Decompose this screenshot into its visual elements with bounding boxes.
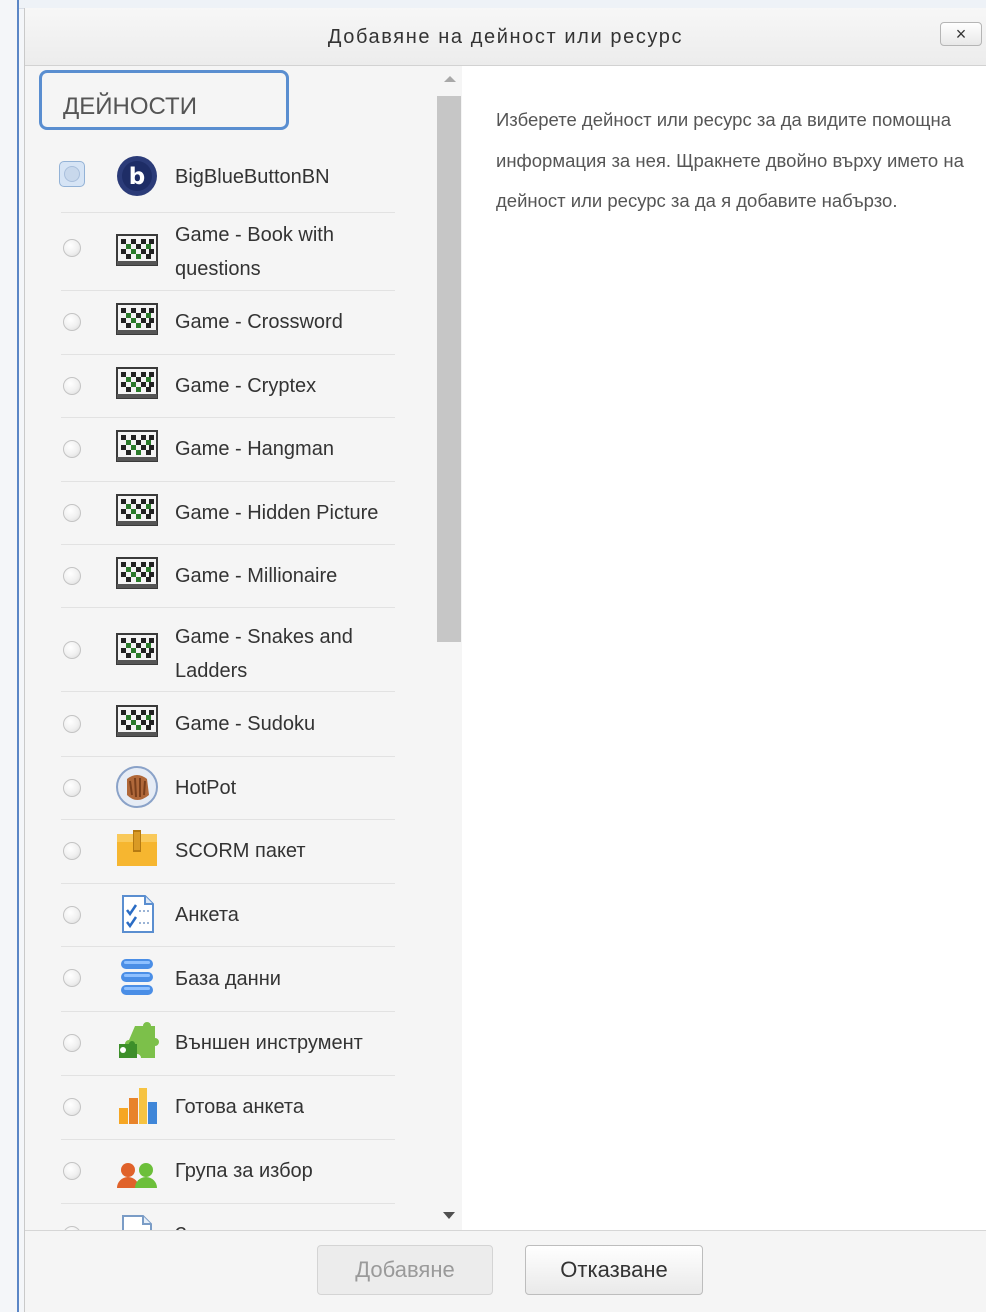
activity-label: Game - Snakes and Ladders — [175, 626, 353, 682]
activity-radio[interactable] — [63, 715, 81, 733]
activity-label: Game - Sudoku — [175, 713, 316, 735]
scroll-down-arrow-icon[interactable] — [443, 1212, 455, 1219]
activity-option-assignment[interactable]: Задание — [61, 1203, 395, 1230]
activity-label: Анкета — [175, 904, 239, 926]
activity-label: Група за избор — [175, 1160, 313, 1182]
game-icon — [116, 234, 158, 266]
svg-text:b: b — [129, 164, 145, 190]
activity-option-game-crossword[interactable]: Game - Crossword — [61, 290, 395, 355]
activity-option-database[interactable]: База данни — [61, 946, 395, 1012]
cancel-button[interactable]: Отказване — [525, 1245, 703, 1295]
activity-option-bigbluebuttonbn[interactable]: b BigBlueButtonBN — [59, 142, 395, 213]
scroll-thumb[interactable] — [437, 96, 461, 642]
activity-option-scorm-package[interactable]: SCORM пакет — [61, 819, 395, 884]
activity-option-hotpot[interactable]: HotPot — [61, 756, 395, 820]
activities-section-title: ДЕЙНОСТИ — [39, 70, 289, 130]
page-background-edge — [0, 0, 24, 1312]
activity-radio[interactable] — [63, 1034, 81, 1052]
activity-option-external-tool[interactable]: Външен инструмент — [61, 1011, 395, 1076]
assignment-icon — [122, 1215, 152, 1230]
activity-label: BigBlueButtonBN — [175, 166, 330, 188]
activity-radio[interactable] — [63, 313, 81, 331]
activity-label: Game - Millionaire — [175, 565, 338, 587]
activity-chooser-dialog: Добавяне на дейност или ресурс × ДЕЙНОСТ… — [24, 8, 986, 1312]
activity-option-survey[interactable]: Анкета — [61, 883, 395, 947]
activity-radio[interactable] — [63, 906, 81, 924]
group-choice-icon — [117, 1163, 157, 1188]
activity-radio[interactable] — [63, 842, 81, 860]
game-icon — [116, 557, 158, 589]
activity-option-game-hidden-picture[interactable]: Game - Hidden Picture — [61, 481, 395, 545]
activity-option-game-millionaire[interactable]: Game - Millionaire — [61, 544, 395, 608]
activities-list-panel: ДЕЙНОСТИ b BigBlueButtonBN Game - Book w… — [25, 66, 462, 1230]
activity-radio[interactable] — [63, 641, 81, 659]
feedback-chart-icon — [119, 1088, 157, 1124]
survey-icon — [122, 895, 154, 933]
game-icon — [116, 705, 158, 737]
add-button[interactable]: Добавяне — [317, 1245, 493, 1295]
activity-option-game-book-with-questions[interactable]: Game - Book with questions — [61, 212, 395, 291]
activity-label: Задание — [175, 1218, 254, 1230]
game-icon — [116, 367, 158, 399]
activity-label: Външен инструмент — [175, 1032, 363, 1054]
activity-option-feedback[interactable]: Готова анкета — [61, 1075, 395, 1140]
close-button[interactable]: × — [940, 22, 982, 46]
database-icon — [121, 959, 153, 995]
activity-label: Game - Book with questions — [175, 224, 334, 280]
activity-label: База данни — [175, 968, 281, 990]
scorm-package-icon — [117, 830, 157, 866]
activity-radio[interactable] — [63, 239, 81, 257]
help-description: Изберете дейност или ресурс за да видите… — [496, 109, 964, 211]
game-icon — [116, 494, 158, 526]
activity-radio[interactable] — [63, 440, 81, 458]
dialog-title: Добавяне на дейност или ресурс — [327, 26, 684, 48]
activity-radio[interactable] — [63, 779, 81, 797]
scroll-up-arrow-icon[interactable] — [444, 76, 456, 82]
activity-option-group-choice[interactable]: Група за избор — [61, 1139, 395, 1204]
activity-radio-bigbluebuttonbn[interactable] — [59, 161, 85, 187]
activity-radio[interactable] — [63, 567, 81, 585]
activity-radio[interactable] — [63, 969, 81, 987]
activity-radio[interactable] — [63, 377, 81, 395]
activity-option-game-cryptex[interactable]: Game - Cryptex — [61, 354, 395, 418]
activity-label: SCORM пакет — [175, 840, 306, 862]
activity-option-game-snakes-and-ladders[interactable]: Game - Snakes and Ladders — [61, 607, 395, 692]
activity-label: Game - Hidden Picture — [175, 502, 379, 524]
game-icon — [116, 303, 158, 335]
activity-label: Готова анкета — [175, 1096, 304, 1118]
activity-option-game-hangman[interactable]: Game - Hangman — [61, 417, 395, 482]
bigbluebutton-icon: b — [117, 156, 157, 196]
page-border-line — [17, 0, 19, 1312]
external-tool-icon — [119, 1022, 159, 1058]
activity-radio[interactable] — [63, 504, 81, 522]
activities-scrollbar[interactable] — [437, 66, 462, 1230]
dialog-footer: Добавяне Отказване — [25, 1230, 986, 1312]
hotpot-icon — [116, 766, 158, 808]
close-icon: × — [955, 24, 967, 44]
activity-label: Game - Crossword — [175, 311, 343, 333]
activity-option-game-sudoku[interactable]: Game - Sudoku — [61, 691, 395, 757]
game-icon — [116, 633, 158, 665]
dialog-header: Добавяне на дейност или ресурс × — [25, 8, 986, 66]
game-icon — [116, 430, 158, 462]
activity-label: HotPot — [175, 777, 237, 799]
activity-radio[interactable] — [63, 1098, 81, 1116]
activity-label: Game - Cryptex — [175, 375, 317, 397]
activity-label: Game - Hangman — [175, 438, 334, 460]
activity-radio[interactable] — [63, 1162, 81, 1180]
